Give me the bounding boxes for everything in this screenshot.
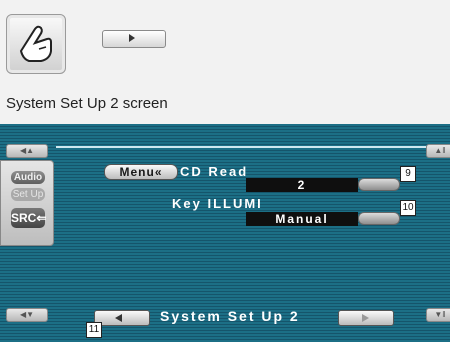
arrow-left-icon <box>115 314 122 322</box>
page-navigation: System Set Up 2 <box>94 308 418 326</box>
down-icon[interactable]: ▼‖ <box>426 308 450 322</box>
menu-button[interactable]: Menu« <box>104 164 178 180</box>
prev-page-button[interactable] <box>94 310 150 326</box>
arrow-right-icon <box>362 314 369 322</box>
volume-down-icon[interactable]: ◀▼ <box>6 308 48 322</box>
src-button[interactable]: SRC⇐ <box>11 208 47 228</box>
key-illumi-value: Manual <box>246 212 358 226</box>
screen-title: System Set Up 2 <box>160 308 300 324</box>
key-illumi-label: Key ILLUMI <box>172 196 263 211</box>
next-page-button[interactable] <box>338 310 394 326</box>
callout-badge: 10 <box>400 200 416 216</box>
key-illumi-toggle[interactable] <box>358 212 400 225</box>
system-setup-screen: ◀▲ ▲‖ ◀▼ ▼‖ Audio Set Up SRC⇐ Menu« CD R… <box>0 124 450 342</box>
cd-read-toggle[interactable] <box>358 178 400 191</box>
source-panel: Audio Set Up SRC⇐ <box>0 160 54 246</box>
eject-icon[interactable]: ▲‖ <box>426 144 450 158</box>
divider-line <box>56 146 426 148</box>
screen-caption: System Set Up 2 screen <box>6 95 168 112</box>
cd-read-value: 2 <box>246 178 358 192</box>
audio-button[interactable]: Audio <box>11 171 45 184</box>
cd-read-label: CD Read <box>180 164 249 179</box>
play-icon <box>129 34 135 42</box>
callout-badge: 9 <box>400 166 416 182</box>
volume-up-icon[interactable]: ◀▲ <box>6 144 48 158</box>
callout-badge: 11 <box>86 322 102 338</box>
play-button[interactable] <box>102 30 166 48</box>
arrow-left-icon: ⇐ <box>36 211 47 225</box>
setup-button[interactable]: Set Up <box>11 188 45 201</box>
src-label: SRC <box>11 211 37 225</box>
hand-touch-icon <box>6 14 66 74</box>
